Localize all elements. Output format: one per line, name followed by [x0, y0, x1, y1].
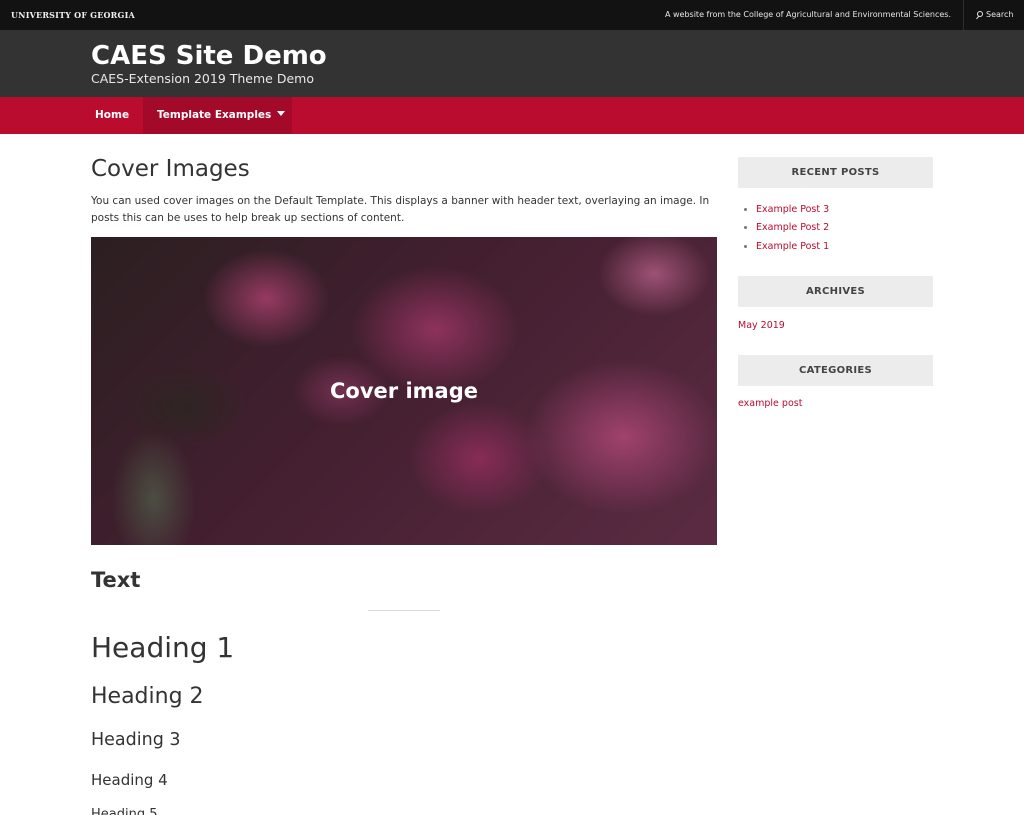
- categories-title: CATEGORIES: [738, 355, 933, 386]
- page-title: Cover Images: [91, 156, 250, 182]
- section-heading-text: Text: [91, 568, 141, 592]
- college-tagline[interactable]: A website from the College of Agricultur…: [665, 10, 951, 19]
- topbar-divider: [963, 0, 964, 30]
- archives-title: ARCHIVES: [738, 276, 933, 307]
- cover-image: Cover image: [91, 237, 717, 545]
- search-label: Search: [986, 10, 1014, 19]
- heading-1: Heading 1: [91, 631, 235, 664]
- bullet-icon: [744, 207, 747, 211]
- heading-5: Heading 5: [91, 807, 158, 815]
- nav-item-label: Home: [95, 109, 130, 121]
- main-navigation: Home Template Examples: [0, 97, 1024, 134]
- list-item: Example Post 3: [744, 200, 829, 219]
- caret-down-icon: [277, 111, 286, 116]
- recent-posts-list: Example Post 3 Example Post 2 Example Po…: [744, 200, 829, 256]
- list-item: Example Post 2: [744, 219, 829, 238]
- university-wordmark[interactable]: UNIVERSITY OF GEORGIA: [11, 10, 135, 20]
- archive-link[interactable]: May 2019: [738, 320, 785, 331]
- site-subtitle: CAES-Extension 2019 Theme Demo: [91, 71, 314, 86]
- site-header: CAES Site Demo CAES-Extension 2019 Theme…: [0, 30, 1024, 97]
- top-utility-bar: UNIVERSITY OF GEORGIA A website from the…: [0, 0, 1024, 30]
- bullet-icon: [744, 226, 747, 230]
- nav-item-template-examples[interactable]: Template Examples: [143, 97, 292, 134]
- search-icon: [975, 10, 983, 19]
- site-title[interactable]: CAES Site Demo: [91, 41, 327, 71]
- recent-post-link[interactable]: Example Post 2: [756, 222, 829, 233]
- heading-4: Heading 4: [91, 771, 168, 789]
- recent-post-link[interactable]: Example Post 3: [756, 204, 829, 215]
- heading-3: Heading 3: [91, 730, 181, 750]
- category-link[interactable]: example post: [738, 398, 802, 409]
- intro-paragraph: You can used cover images on the Default…: [91, 195, 710, 224]
- list-item: Example Post 1: [744, 237, 829, 256]
- separator: [368, 610, 440, 611]
- nav-item-label: Template Examples: [157, 109, 272, 121]
- cover-image-heading: Cover image: [330, 379, 478, 403]
- bullet-icon: [744, 244, 747, 248]
- nav-item-home[interactable]: Home: [95, 97, 129, 134]
- search-button[interactable]: Search: [975, 10, 1013, 19]
- heading-2: Heading 2: [91, 684, 204, 709]
- recent-posts-title: RECENT POSTS: [738, 157, 933, 188]
- recent-post-link[interactable]: Example Post 1: [756, 241, 829, 252]
